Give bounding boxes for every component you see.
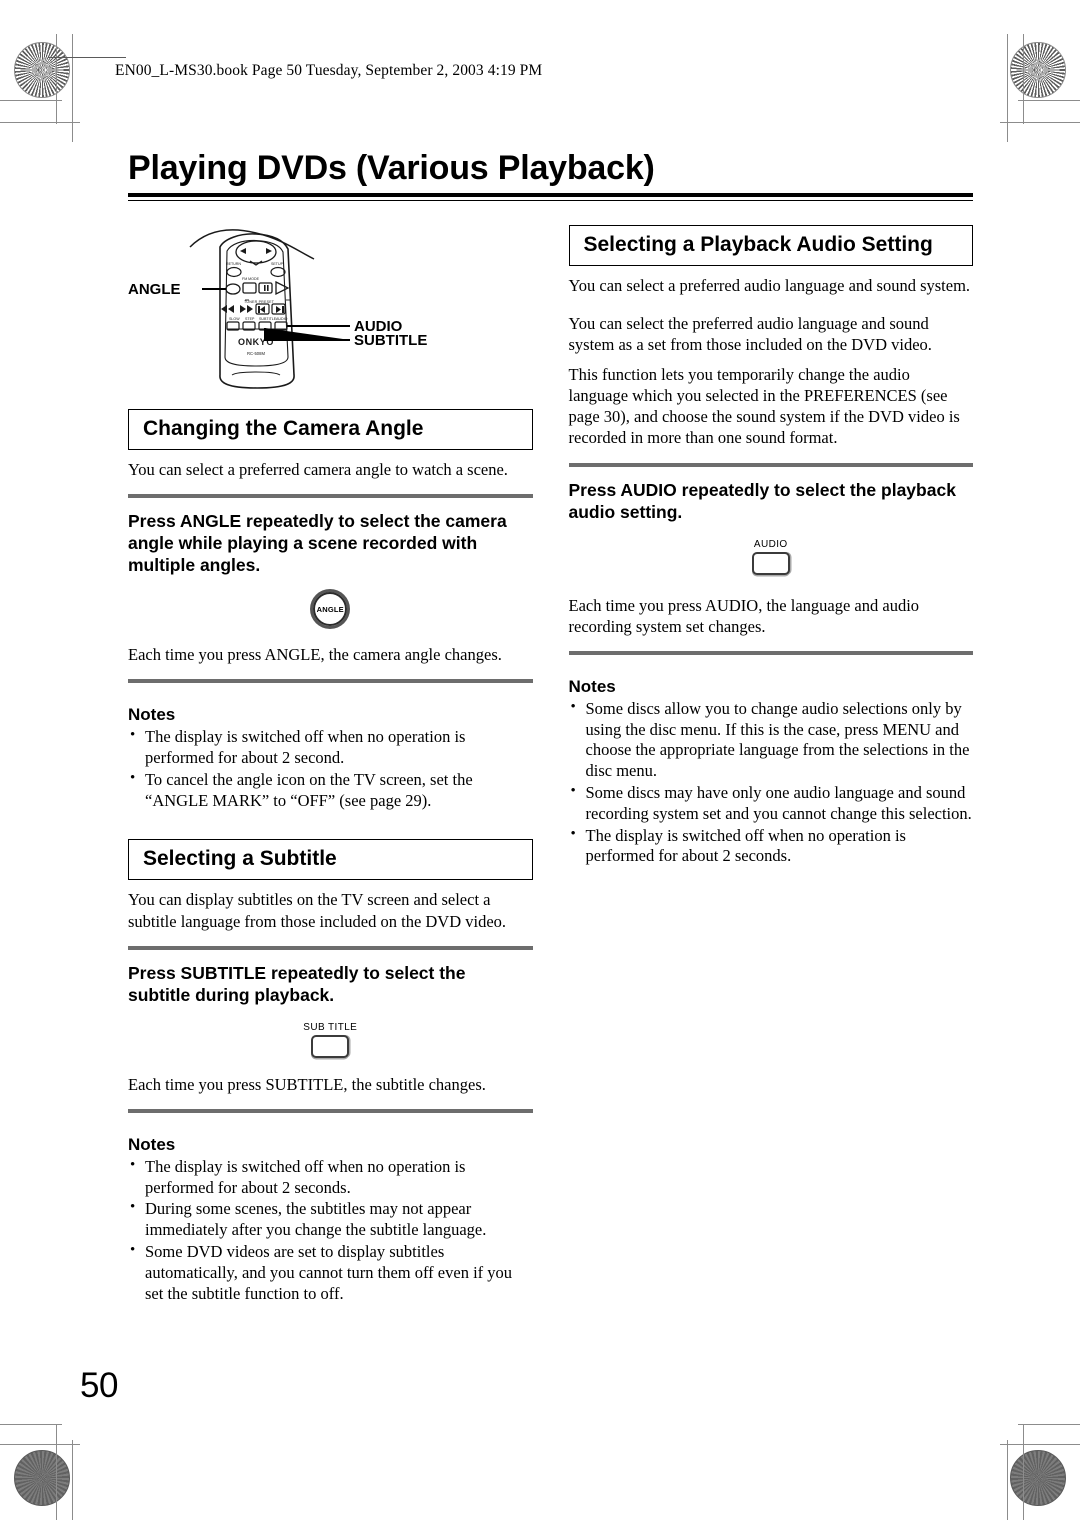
list-item: Some DVD videos are set to display subti…: [128, 1241, 533, 1304]
section-divider: [568, 462, 973, 467]
svg-text:STEP: STEP: [245, 317, 255, 321]
svg-text:AUDIO: AUDIO: [276, 317, 288, 321]
display-panel-icon: [751, 551, 790, 575]
star-target-top-right: [1010, 42, 1066, 98]
crop-mark: [0, 122, 80, 124]
camera-angle-intro: You can select a preferred camera angle …: [128, 459, 508, 479]
angle-button-icon: ANGLE: [313, 592, 348, 627]
list-item: The display is switched off when no oper…: [128, 1156, 533, 1199]
section-divider: [128, 679, 533, 684]
header-rule: [48, 57, 126, 59]
crop-mark: [0, 100, 62, 102]
audio-result: Each time you press AUDIO, the language …: [568, 595, 920, 636]
camera-angle-result: Each time you press ANGLE, the camera an…: [128, 645, 502, 665]
registration-crosshair-top-left: [20, 105, 64, 149]
camera-angle-notes: The display is switched off when no oper…: [128, 726, 533, 812]
crop-mark: [1006, 34, 1008, 142]
svg-text:TUNER PRESET: TUNER PRESET: [244, 300, 275, 304]
audio-paragraph-2: You can select the preferred audio langu…: [568, 313, 932, 355]
registration-crosshair-bottom-right: [1016, 1385, 1060, 1429]
registration-crosshair-bottom-2: [954, 1456, 998, 1500]
crop-mark: [1018, 100, 1080, 102]
audio-instruction: Press AUDIO repeatedly to select the pla…: [568, 479, 956, 522]
list-item: During some scenes, the subtitles may no…: [128, 1198, 533, 1241]
svg-text:SLOW: SLOW: [229, 317, 240, 321]
notes-heading: Notes: [568, 676, 616, 696]
section-divider: [568, 650, 973, 655]
callout-subtitle: SUBTITLE: [354, 331, 428, 349]
crop-mark: [1022, 1424, 1024, 1520]
section-divider: [128, 493, 533, 498]
registration-crosshair-bottom-center: [518, 1456, 562, 1500]
star-target-top-left: [14, 42, 70, 98]
registration-crosshair-right-mid: [1015, 742, 1059, 786]
gray-disc-bottom-right: [1010, 1450, 1066, 1506]
subtitle-indicator-figure: SUB TITLE: [128, 1022, 533, 1058]
angle-button-figure: ANGLE: [128, 592, 533, 627]
section-divider: [128, 1108, 533, 1113]
subtitle-indicator-label: SUB TITLE: [303, 1021, 358, 1033]
list-item: The display is switched off when no oper…: [128, 726, 533, 769]
list-item: Some discs allow you to change audio sel…: [569, 698, 974, 782]
section-heading-subtitle: Selecting a Subtitle: [128, 839, 533, 881]
notes-heading: Notes: [128, 1134, 176, 1154]
registration-crosshair-bottom-left: [20, 1385, 64, 1429]
crop-mark: [1022, 34, 1024, 124]
registration-crosshair-left-mid: [21, 742, 65, 786]
crop-mark: [72, 1440, 74, 1520]
svg-text:RETURN: RETURN: [226, 262, 241, 266]
svg-text:RC-508M: RC-508M: [247, 351, 265, 356]
crop-mark: [1018, 1424, 1080, 1426]
subtitle-indicator: SUB TITLE: [303, 1022, 357, 1058]
registration-crosshair-top-2: [954, 41, 998, 85]
audio-intro: You can select a preferred audio languag…: [568, 275, 971, 295]
crop-mark: [1000, 1444, 1080, 1446]
crop-mark: [56, 1424, 58, 1520]
svg-text:FM MODE: FM MODE: [242, 277, 260, 281]
crop-mark: [1006, 1440, 1008, 1520]
running-header: EN00_L-MS30.book Page 50 Tuesday, Septem…: [115, 62, 543, 79]
subtitle-intro: You can display subtitles on the TV scre…: [128, 890, 507, 931]
subtitle-notes: The display is switched off when no oper…: [128, 1156, 533, 1304]
page-title: Playing DVDs (Various Playback): [128, 149, 655, 187]
page-content: Playing DVDs (Various Playback) RETURN S…: [128, 150, 973, 1304]
audio-indicator-label: AUDIO: [753, 538, 788, 550]
registration-crosshair-top-right: [1016, 105, 1060, 149]
display-panel-icon: [311, 1034, 350, 1058]
list-item: Some discs may have only one audio langu…: [569, 782, 974, 825]
right-column: Selecting a Playback Audio Setting You c…: [568, 224, 974, 1305]
list-item: To cancel the angle icon on the TV scree…: [128, 769, 533, 812]
notes-heading: Notes: [128, 705, 176, 725]
audio-indicator-figure: AUDIO: [569, 539, 974, 575]
svg-text:SETUP: SETUP: [271, 262, 284, 266]
section-heading-audio-setting: Selecting a Playback Audio Setting: [568, 224, 973, 266]
left-column: RETURN SETUP FM MODE TUNER PRESET SLOW S…: [128, 225, 533, 1305]
callout-angle: ANGLE: [128, 280, 181, 298]
crop-mark: [56, 34, 58, 124]
page-number: 50: [80, 1366, 118, 1405]
crop-mark: [0, 1424, 62, 1426]
title-rule: [128, 192, 973, 201]
svg-text:SUBTITLE: SUBTITLE: [259, 317, 277, 321]
remote-control-illustration: RETURN SETUP FM MODE TUNER PRESET SLOW S…: [128, 225, 533, 397]
list-item: The display is switched off when no oper…: [569, 825, 974, 868]
gray-disc-bottom-left: [14, 1450, 70, 1506]
section-heading-camera-angle: Changing the Camera Angle: [128, 408, 533, 450]
audio-notes: Some discs allow you to change audio sel…: [569, 698, 974, 868]
crop-mark: [72, 34, 74, 142]
section-divider: [128, 945, 533, 950]
crop-mark: [1000, 122, 1080, 124]
audio-paragraph-3: This function lets you temporarily chang…: [568, 365, 960, 448]
registration-crosshair-bottom: [82, 1456, 126, 1500]
subtitle-instruction: Press SUBTITLE repeatedly to select the …: [128, 962, 466, 1005]
subtitle-result: Each time you press SUBTITLE, the subtit…: [128, 1074, 486, 1094]
crop-mark: [0, 1444, 80, 1446]
camera-angle-instruction: Press ANGLE repeatedly to select the cam…: [128, 510, 507, 576]
two-column-layout: RETURN SETUP FM MODE TUNER PRESET SLOW S…: [128, 224, 974, 1305]
audio-indicator: AUDIO: [751, 538, 790, 575]
